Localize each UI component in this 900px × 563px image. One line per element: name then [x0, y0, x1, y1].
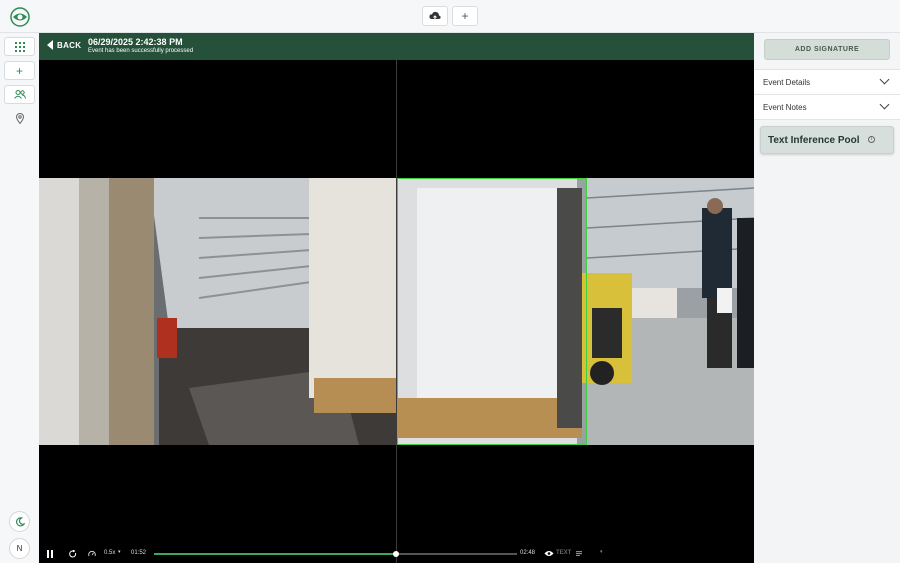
- replay-icon[interactable]: [69, 550, 77, 558]
- info-icon[interactable]: i: [868, 136, 875, 143]
- progress-handle[interactable]: [393, 551, 400, 557]
- pause-icon[interactable]: [47, 550, 54, 558]
- back-button[interactable]: BACK: [47, 40, 81, 50]
- speed-dropdown-icon[interactable]: ▾: [118, 549, 121, 555]
- text-toggle[interactable]: TEXT: [556, 550, 571, 556]
- event-notes-label: Event Notes: [763, 103, 807, 112]
- user-avatar[interactable]: N: [9, 538, 30, 559]
- theme-toggle-button[interactable]: [9, 511, 30, 532]
- eye-logo[interactable]: [10, 7, 30, 27]
- accordion-event-notes[interactable]: Event Notes: [754, 95, 900, 120]
- right-panel: ADD SIGNATURE Event Details Event Notes …: [754, 33, 900, 563]
- chevron-down-icon: [879, 74, 890, 85]
- eye-icon[interactable]: [544, 550, 554, 557]
- users-icon: [13, 90, 26, 99]
- camera-feed-trailer: [39, 178, 396, 445]
- cloud-upload-button[interactable]: [422, 6, 448, 26]
- moon-icon: [15, 516, 25, 526]
- add-signature-button[interactable]: ADD SIGNATURE: [764, 39, 890, 60]
- speed-label[interactable]: 0.5x: [104, 550, 115, 556]
- plus-icon: +: [15, 63, 23, 78]
- text-inference-pool-card[interactable]: Text Inference Pool i: [760, 126, 894, 154]
- location-button[interactable]: [12, 111, 27, 126]
- chevron-down-icon: [879, 99, 890, 110]
- progress-fill: [154, 553, 397, 555]
- detection-bounding-box: [397, 178, 587, 445]
- grid-button[interactable]: [4, 37, 35, 56]
- plus-icon: +: [461, 9, 469, 23]
- back-label: BACK: [57, 40, 82, 50]
- playback-controls: 0.5x ▾ 01:52 02:48 TEXT ▾: [39, 545, 754, 563]
- chevron-down-icon[interactable]: ▾: [600, 549, 603, 555]
- event-details-label: Event Details: [763, 78, 811, 87]
- add-button[interactable]: +: [452, 6, 478, 26]
- caption-icon[interactable]: [576, 551, 582, 556]
- add-event-button[interactable]: +: [4, 61, 35, 80]
- speed-icon[interactable]: [88, 550, 96, 558]
- event-status: Event has been successfully processed: [88, 48, 194, 54]
- back-arrow-icon: [47, 40, 53, 50]
- grid-icon: [14, 41, 25, 52]
- event-header: BACK 06/29/2025 2:42:38 PM Event has bee…: [39, 33, 754, 60]
- end-time: 02:48: [520, 550, 536, 556]
- progress-track[interactable]: [154, 551, 517, 557]
- top-bar: +: [0, 0, 900, 33]
- accordion-event-details[interactable]: Event Details: [754, 70, 900, 95]
- video-player[interactable]: 0.5x ▾ 01:52 02:48 TEXT ▾: [39, 60, 754, 563]
- event-title: 06/29/2025 2:42:38 PM: [88, 37, 183, 47]
- current-time: 01:52: [131, 550, 147, 556]
- cloud-upload-icon: [429, 11, 441, 20]
- left-sidebar: + N: [0, 33, 39, 563]
- pool-title: Text Inference Pool: [768, 135, 860, 146]
- signature-bar: ADD SIGNATURE: [754, 33, 900, 70]
- location-pin-icon: [15, 113, 24, 124]
- users-button[interactable]: [4, 85, 35, 104]
